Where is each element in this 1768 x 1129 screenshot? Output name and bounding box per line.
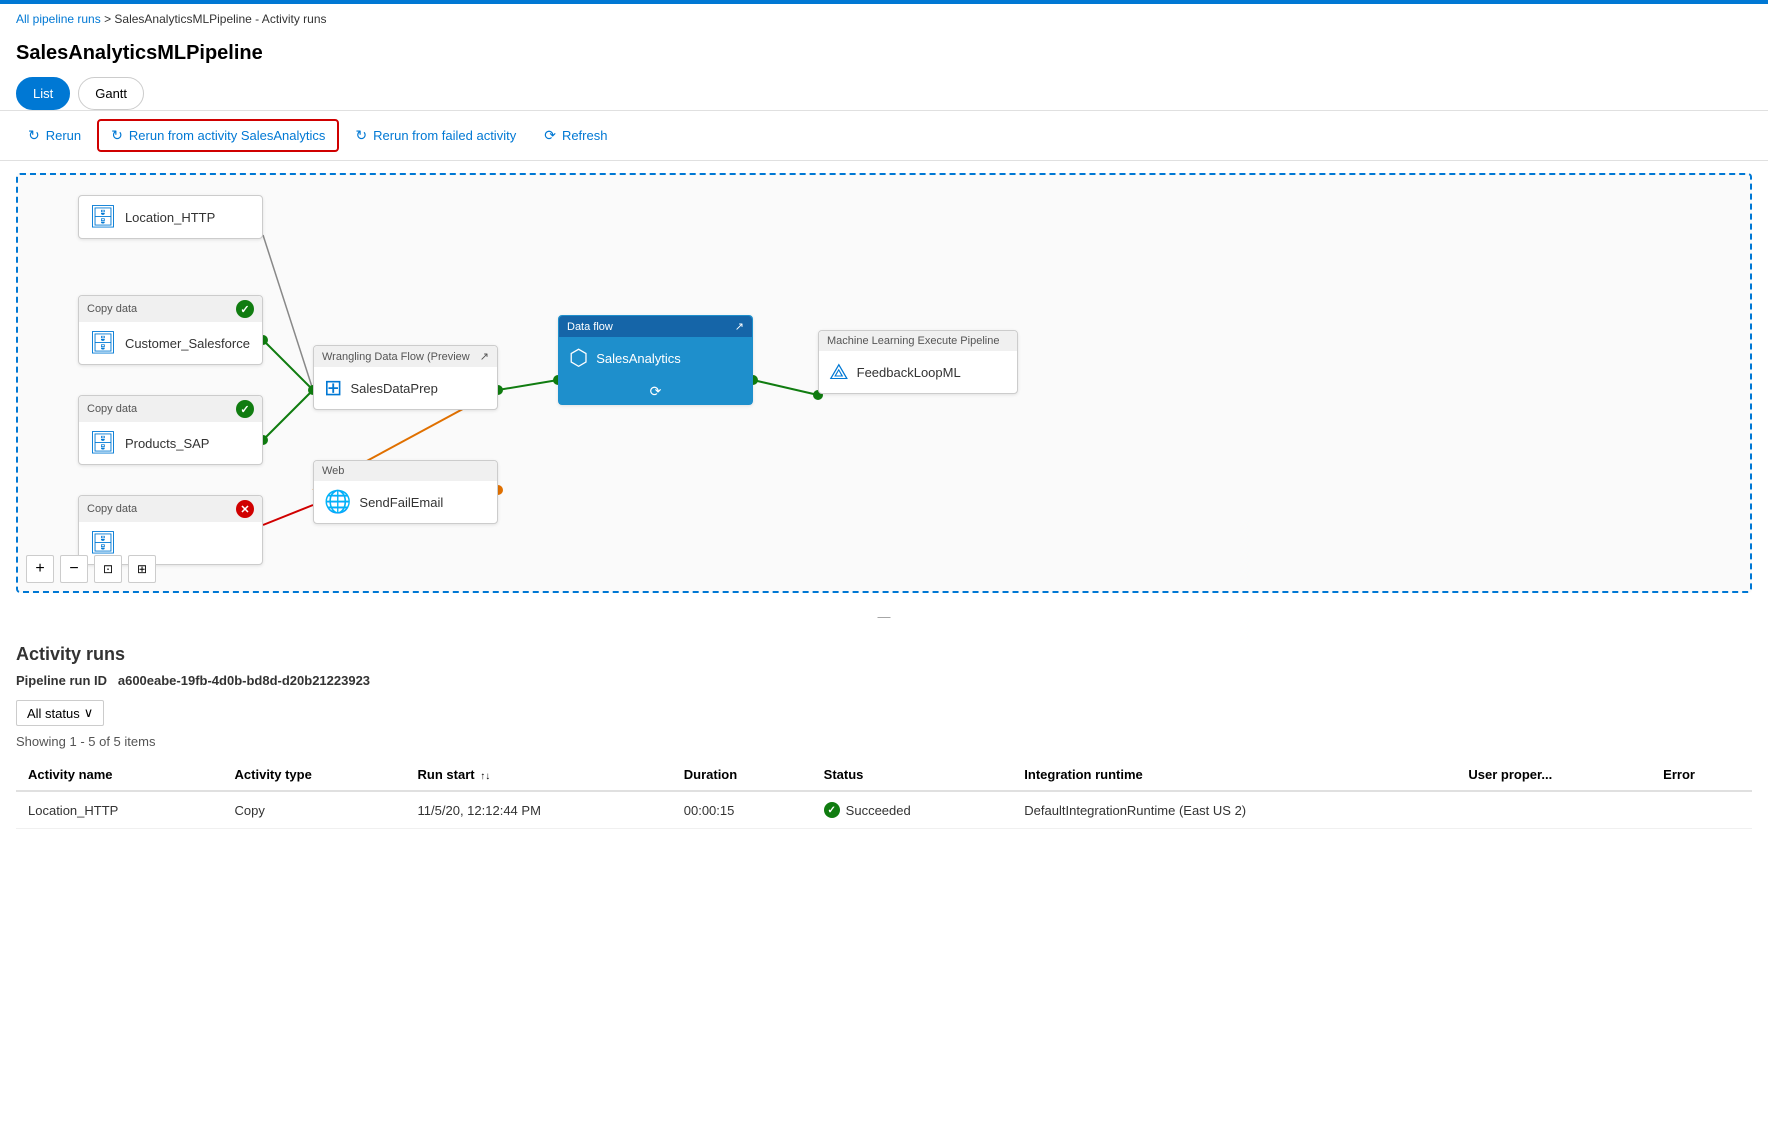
zoom-minus-button[interactable]: − — [60, 555, 88, 583]
table-row: Location_HTTP Copy 11/5/20, 12:12:44 PM … — [16, 791, 1752, 829]
rerun-from-activity-label: Rerun from activity SalesAnalytics — [129, 128, 326, 143]
col-userprop: User proper... — [1456, 759, 1651, 791]
cell-error — [1651, 791, 1752, 829]
resize-handle[interactable]: — — [0, 605, 1768, 628]
breadcrumb-link[interactable]: All pipeline runs — [16, 12, 101, 26]
pipeline-canvas[interactable]: 🗄 Location_HTTP Copy data ✓ 🗄 Customer_S… — [16, 173, 1752, 593]
showing-text: Showing 1 - 5 of 5 items — [16, 734, 1752, 749]
run-id-label: Pipeline run ID — [16, 673, 107, 688]
status-dot: ✓ — [824, 802, 840, 818]
breadcrumb-current: SalesAnalyticsMLPipeline - Activity runs — [114, 12, 326, 26]
node-salesdataprep-label: SalesDataPrep — [350, 381, 437, 396]
node-sendfailemail-header: Web — [322, 465, 344, 477]
cell-runtime: DefaultIntegrationRuntime (East US 2) — [1012, 791, 1456, 829]
col-error: Error — [1651, 759, 1752, 791]
col-activity-type: Activity type — [223, 759, 406, 791]
rerun-button[interactable]: ↻ Rerun — [16, 121, 93, 150]
node-products-header: Copy data — [87, 403, 137, 415]
tab-gantt[interactable]: Gantt — [78, 77, 144, 110]
breadcrumb-separator: > — [104, 12, 114, 26]
node-feedbackloop-label: FeedbackLoopML — [857, 365, 961, 380]
breadcrumb: All pipeline runs > SalesAnalyticsMLPipe… — [0, 4, 1768, 34]
rerun-failed-icon: ↻ — [355, 127, 367, 144]
activity-runs-title: Activity runs — [16, 644, 1752, 665]
node-products[interactable]: Copy data ✓ 🗄 Products_SAP — [78, 395, 263, 465]
node-products-label: Products_SAP — [125, 436, 210, 451]
cell-userprop — [1456, 791, 1651, 829]
rerun-icon: ↻ — [28, 127, 40, 144]
zoom-plus-button[interactable]: + — [26, 555, 54, 583]
node-location[interactable]: 🗄 Location_HTTP — [78, 195, 263, 239]
col-status: Status — [812, 759, 1013, 791]
node-salesdataprep[interactable]: Wrangling Data Flow (Preview ↗ ⊞ SalesDa… — [313, 345, 498, 410]
node-sendfailemail[interactable]: Web 🌐 SendFailEmail — [313, 460, 498, 524]
node-salesanalytics[interactable]: Data flow ↗ ⬡ SalesAnalytics ⟳ — [558, 315, 753, 405]
activity-runs-table: Activity name Activity type Run start ↑↓… — [16, 759, 1752, 829]
node-sendfailemail-label: SendFailEmail — [359, 495, 443, 510]
node-customer[interactable]: Copy data ✓ 🗄 Customer_Salesforce — [78, 295, 263, 365]
zoom-controls: + − ⊡ ⊞ — [26, 555, 156, 583]
ml-icon-feedbackloop: ⟁ — [829, 359, 849, 385]
node-salesdataprep-header: Wrangling Data Flow (Preview — [322, 351, 470, 363]
db-icon-customer: 🗄 — [89, 330, 117, 356]
toolbar: ↻ Rerun ↻ Rerun from activity SalesAnaly… — [0, 111, 1768, 161]
status-label: Succeeded — [846, 803, 911, 818]
node-salesanalytics-label: SalesAnalytics — [596, 351, 681, 366]
run-id-value: a600eabe-19fb-4d0b-bd8d-d20b21223923 — [118, 673, 370, 688]
cell-duration: 00:00:15 — [672, 791, 812, 829]
external-link-icon: ↗ — [480, 350, 489, 363]
col-run-start-label: Run start — [418, 767, 475, 782]
chevron-down-icon: ∨ — [84, 705, 94, 721]
col-activity-name: Activity name — [16, 759, 223, 791]
rerun-from-failed-button[interactable]: ↻ Rerun from failed activity — [343, 121, 528, 150]
cell-activity-type: Copy — [223, 791, 406, 829]
flow-icon-salesdataprep: ⊞ — [324, 375, 342, 401]
all-status-filter[interactable]: All status ∨ — [16, 700, 104, 726]
rerun-label: Rerun — [46, 128, 81, 143]
tab-list[interactable]: List — [16, 77, 70, 110]
node-feedbackloop[interactable]: Machine Learning Execute Pipeline ⟁ Feed… — [818, 330, 1018, 394]
activity-runs-section: Activity runs Pipeline run ID a600eabe-1… — [0, 628, 1768, 845]
sort-icon: ↑↓ — [480, 771, 490, 782]
refresh-button[interactable]: ⟳ Refresh — [532, 121, 619, 150]
rerun-from-activity-button[interactable]: ↻ Rerun from activity SalesAnalytics — [97, 119, 339, 152]
refresh-label: Refresh — [562, 128, 608, 143]
node-salesanalytics-header: Data flow — [567, 321, 613, 333]
rerun-from-failed-label: Rerun from failed activity — [373, 128, 516, 143]
copydata3-status-badge: ✕ — [236, 500, 254, 518]
customer-status-badge: ✓ — [236, 300, 254, 318]
cell-status: ✓ Succeeded — [812, 791, 1013, 829]
zoom-grid-button[interactable]: ⊞ — [128, 555, 156, 583]
run-id: Pipeline run ID a600eabe-19fb-4d0b-bd8d-… — [16, 673, 1752, 688]
node-copydata3-header: Copy data — [87, 503, 137, 515]
col-runtime: Integration runtime — [1012, 759, 1456, 791]
all-status-label: All status — [27, 706, 80, 721]
rerun-activity-icon: ↻ — [111, 127, 123, 144]
refresh-small-icon: ⟳ — [650, 383, 662, 399]
db-icon-location: 🗄 — [89, 204, 117, 230]
tabs-row: List Gantt — [0, 77, 1768, 111]
col-duration: Duration — [672, 759, 812, 791]
products-status-badge: ✓ — [236, 400, 254, 418]
df-icon-salesanalytics: ⬡ — [569, 345, 588, 371]
page-title: SalesAnalyticsMLPipeline — [0, 34, 1768, 77]
node-location-label: Location_HTTP — [125, 210, 215, 225]
col-run-start[interactable]: Run start ↑↓ — [406, 759, 672, 791]
web-icon-sendfailemail: 🌐 — [324, 489, 351, 515]
cell-run-start: 11/5/20, 12:12:44 PM — [406, 791, 672, 829]
external-link-icon-sa: ↗ — [735, 320, 744, 333]
filter-row: All status ∨ — [16, 700, 1752, 726]
node-customer-label: Customer_Salesforce — [125, 336, 250, 351]
cell-activity-name: Location_HTTP — [16, 791, 223, 829]
node-customer-header: Copy data — [87, 303, 137, 315]
zoom-fit-button[interactable]: ⊡ — [94, 555, 122, 583]
node-feedbackloop-header: Machine Learning Execute Pipeline — [827, 335, 999, 347]
db-icon-products: 🗄 — [89, 430, 117, 456]
db-icon-copydata3: 🗄 — [89, 530, 117, 556]
refresh-icon: ⟳ — [544, 127, 556, 144]
